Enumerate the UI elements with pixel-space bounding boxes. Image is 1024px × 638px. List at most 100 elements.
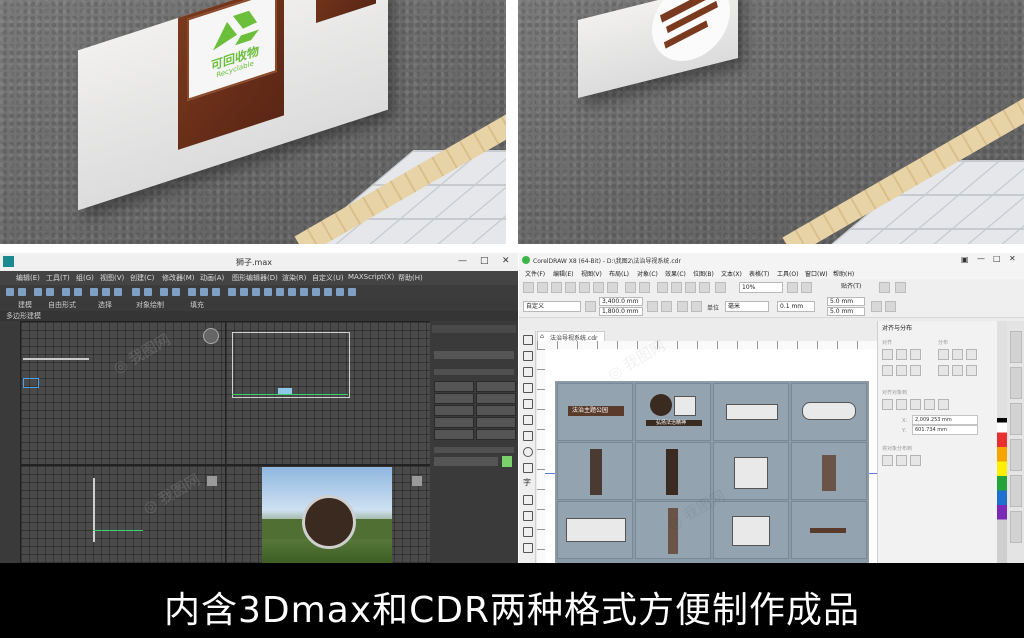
menu-graph-editors[interactable]: 图形编辑器(D) [232, 273, 278, 283]
print-icon[interactable] [565, 282, 576, 293]
export-icon[interactable] [685, 282, 696, 293]
menu-group[interactable]: 组(G) [76, 273, 94, 283]
tool-icon[interactable] [336, 288, 344, 296]
pick-tool-icon[interactable] [523, 335, 533, 345]
render-setup-icon[interactable] [200, 288, 208, 296]
select-icon[interactable] [62, 288, 70, 296]
design-cell[interactable] [557, 442, 633, 500]
mirror-icon[interactable] [160, 288, 168, 296]
object-color-swatch[interactable] [502, 456, 512, 467]
docker-tab[interactable] [1010, 367, 1022, 399]
ellipse-tool-icon[interactable] [523, 447, 533, 457]
extent-of-page-icon[interactable] [896, 455, 907, 466]
distribute-bottom-icon[interactable] [966, 365, 977, 376]
unlink-icon[interactable] [46, 288, 54, 296]
tool-icon[interactable] [264, 288, 272, 296]
artistic-media-icon[interactable] [523, 415, 533, 425]
distribute-left-icon[interactable] [938, 349, 949, 360]
app-launcher-icon[interactable] [715, 282, 726, 293]
units-dropdown[interactable]: 毫米 [725, 301, 769, 312]
show-rulers-icon[interactable] [801, 282, 812, 293]
object-type-button[interactable] [434, 429, 474, 440]
align-middle-icon[interactable] [896, 365, 907, 376]
name-field[interactable] [434, 457, 498, 466]
menu-layout[interactable]: 布局(L) [609, 269, 629, 278]
tool-icon[interactable] [288, 288, 296, 296]
connector-tool-icon[interactable] [523, 511, 533, 521]
snap-objects-icon[interactable] [871, 301, 882, 312]
undo-icon[interactable] [6, 288, 14, 296]
close-button[interactable]: ✕ [502, 256, 510, 266]
align-left-icon[interactable] [882, 349, 893, 360]
menu-tools[interactable]: 工具(O) [777, 269, 798, 278]
nudge-distance-field[interactable]: 0.1 mm [777, 301, 815, 312]
snap-to-dropdown[interactable]: 贴齐(T) [839, 282, 875, 291]
object-type-button[interactable] [434, 381, 474, 392]
docker-tab[interactable] [1010, 331, 1022, 363]
page-width-field[interactable]: 3,400.0 mm [599, 297, 643, 306]
duplicate-x-field[interactable]: 5.0 mm [827, 297, 865, 306]
page-options-icon[interactable] [885, 301, 896, 312]
rotate-icon[interactable] [102, 288, 110, 296]
menu-object[interactable]: 对象(C) [637, 269, 658, 278]
publish-pdf-icon[interactable] [699, 282, 710, 293]
maximize-button[interactable]: □ [480, 256, 489, 266]
docker-tab[interactable] [1010, 439, 1022, 471]
polygon-tool-icon[interactable] [523, 463, 533, 473]
launch-icon[interactable] [895, 282, 906, 293]
object-type-button[interactable] [434, 405, 474, 416]
tab-selection[interactable]: 选择 [98, 300, 112, 310]
new-icon[interactable] [523, 282, 534, 293]
search-icon[interactable] [657, 282, 668, 293]
tab-object-paint[interactable]: 对象绘制 [136, 300, 164, 310]
object-type-button[interactable] [434, 417, 474, 428]
object-spacing-icon[interactable] [910, 455, 921, 466]
tool-icon[interactable] [312, 288, 320, 296]
open-icon[interactable] [537, 282, 548, 293]
copy-icon[interactable] [593, 282, 604, 293]
page-preset-dropdown[interactable]: 自定义 [523, 301, 581, 312]
menu-edit[interactable]: 编辑(E) [16, 273, 40, 283]
transparency-tool-icon[interactable] [523, 543, 533, 553]
align-center-icon[interactable] [896, 349, 907, 360]
shadow-tool-icon[interactable] [523, 527, 533, 537]
design-cell[interactable] [791, 501, 867, 559]
design-cell[interactable] [713, 383, 789, 441]
object-type-dropdown[interactable] [434, 351, 514, 359]
object-type-button[interactable] [476, 405, 516, 416]
extent-of-selection-icon[interactable] [882, 455, 893, 466]
tool-icon[interactable] [348, 288, 356, 296]
page-edge-icon[interactable] [896, 399, 907, 410]
tab-populate[interactable]: 填充 [190, 300, 204, 310]
parallel-dimension-icon[interactable] [523, 495, 533, 505]
distribute-top-icon[interactable] [938, 365, 949, 376]
move-icon[interactable] [90, 288, 98, 296]
menu-maxscript[interactable]: MAXScript(X) [348, 273, 394, 281]
design-cell[interactable] [713, 501, 789, 559]
undo-icon[interactable] [625, 282, 636, 293]
render-icon[interactable] [212, 288, 220, 296]
select-region-icon[interactable] [74, 288, 82, 296]
design-cell[interactable] [635, 442, 711, 500]
grid-icon[interactable] [924, 399, 935, 410]
zoom-tool-icon[interactable] [523, 383, 533, 393]
page-center-icon[interactable] [910, 399, 921, 410]
current-page-icon[interactable] [691, 301, 702, 312]
link-icon[interactable] [34, 288, 42, 296]
shape-tool-icon[interactable] [523, 351, 533, 361]
active-objects-icon[interactable] [882, 399, 893, 410]
object-type-button[interactable] [476, 393, 516, 404]
snap-icon[interactable] [132, 288, 140, 296]
menu-window[interactable]: 窗口(W) [805, 269, 828, 278]
all-pages-icon[interactable] [677, 301, 688, 312]
design-cell[interactable] [791, 383, 867, 441]
menu-text[interactable]: 文本(X) [721, 269, 742, 278]
user-icon[interactable]: ▣ [961, 255, 969, 264]
menu-bitmaps[interactable]: 位图(B) [693, 269, 714, 278]
redo-icon[interactable] [18, 288, 26, 296]
drawing-canvas[interactable]: 法治主题公园 弘扬法治精神 ◎ 我图网 ◎ 我图网 [545, 336, 877, 563]
menu-table[interactable]: 表格(T) [749, 269, 769, 278]
duplicate-y-field[interactable]: 5.0 mm [827, 307, 865, 316]
page-height-field[interactable]: 1,800.0 mm [599, 307, 643, 316]
menu-modifiers[interactable]: 修改器(M) [162, 273, 195, 283]
